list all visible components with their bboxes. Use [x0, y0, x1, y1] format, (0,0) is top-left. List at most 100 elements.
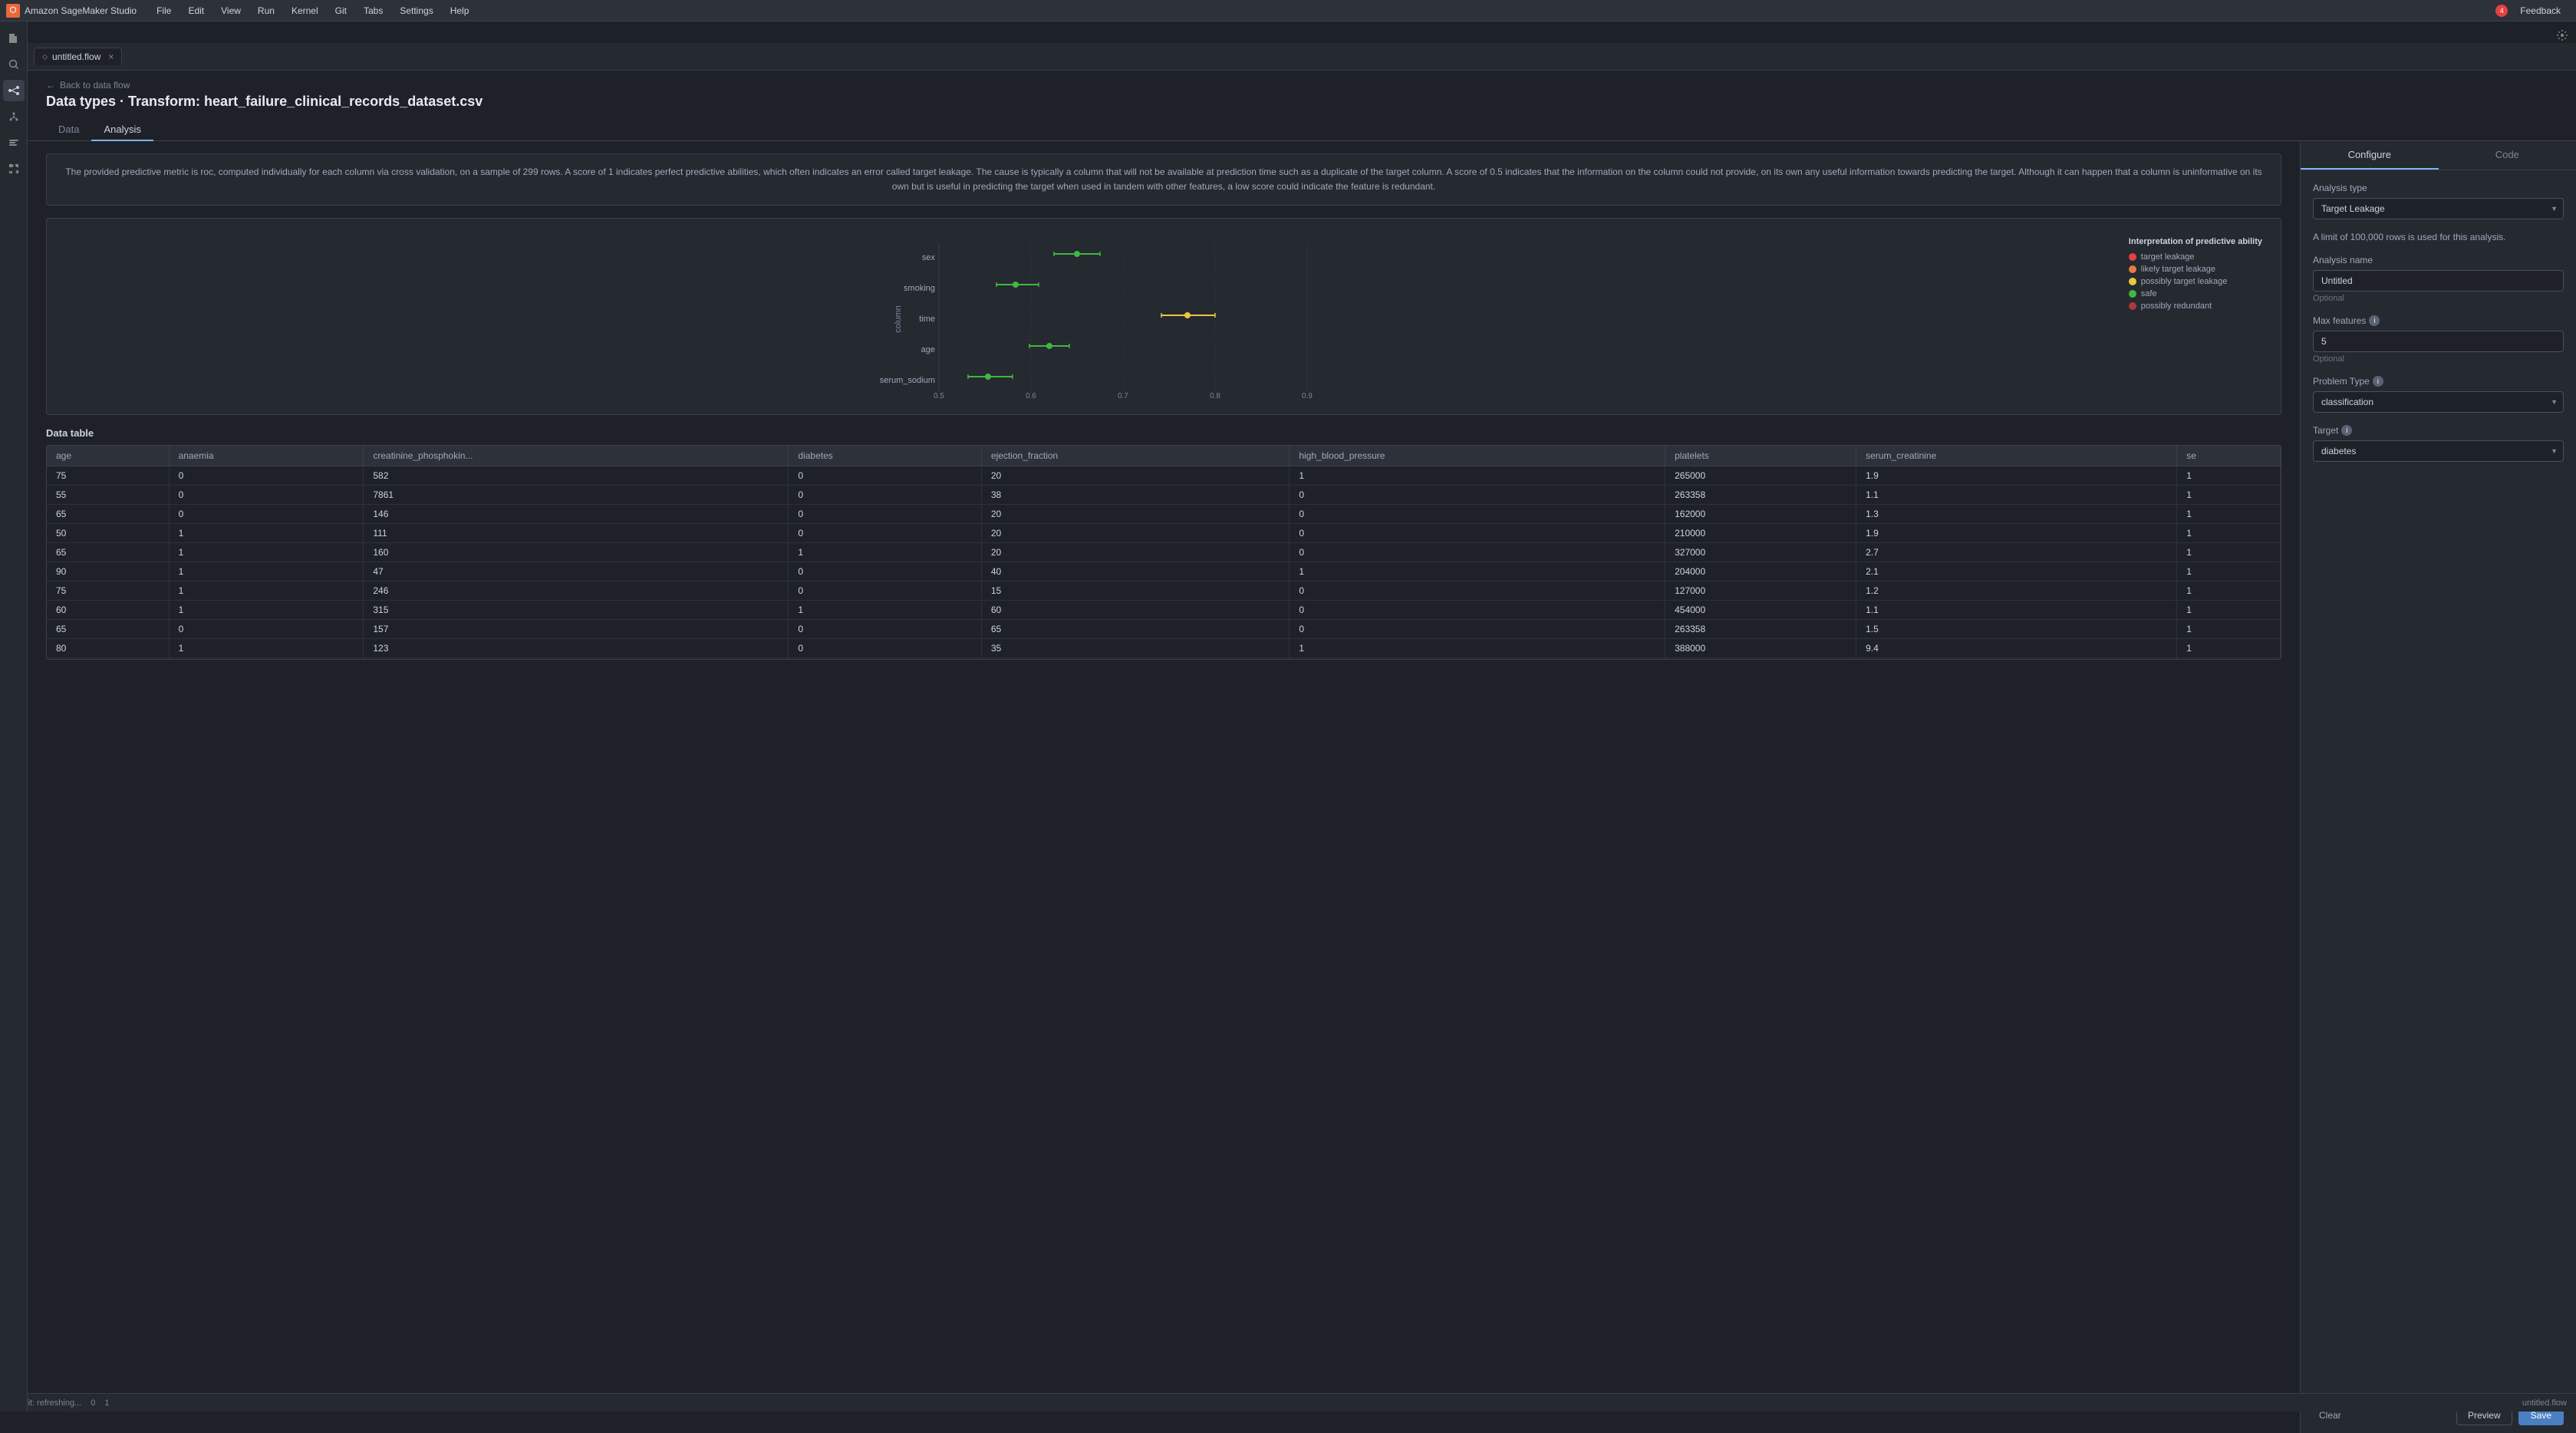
svg-text:sex: sex [922, 253, 936, 262]
table-cell: 7861 [364, 486, 789, 505]
table-cell: 0 [1290, 581, 1665, 601]
main-content: ⬦ untitled.flow × ← Back to data flow Da… [28, 43, 2576, 1433]
table-cell: 47 [364, 562, 789, 581]
legend-item-likely-target-leakage: likely target leakage [2129, 265, 2262, 274]
max-features-input[interactable] [2313, 331, 2564, 352]
col-header-hbp: high_blood_pressure [1290, 446, 1665, 466]
target-label: Target i [2313, 425, 2564, 436]
sidebar-icon-tools[interactable] [3, 132, 25, 153]
svg-text:age: age [921, 345, 935, 354]
table-cell: 0 [169, 486, 364, 505]
table-cell: 1 [2177, 562, 2281, 581]
menu-settings[interactable]: Settings [392, 3, 440, 18]
table-row: 9014704012040002.11 [47, 562, 2281, 581]
legend-label-redundant: possibly redundant [2141, 301, 2212, 311]
sidebar-icon-extensions[interactable] [3, 158, 25, 180]
sidebar-icon-search[interactable] [3, 54, 25, 75]
menu-file[interactable]: File [149, 3, 179, 18]
table-cell: 40 [981, 562, 1290, 581]
table-cell: 1.3 [1856, 505, 2177, 524]
table-cell: 0 [1290, 505, 1665, 524]
legend-item-safe: safe [2129, 289, 2262, 298]
legend-item-possibly-target-leakage: possibly target leakage [2129, 277, 2262, 286]
tab-close-button[interactable]: × [108, 51, 114, 62]
right-tabs: Configure Code [2301, 141, 2576, 170]
max-features-info-icon[interactable]: i [2369, 315, 2380, 326]
table-cell: 90 [47, 562, 169, 581]
table-cell: 20 [981, 505, 1290, 524]
table-cell: 388000 [1665, 639, 1856, 658]
table-cell: 75 [47, 581, 169, 601]
sidebar-icon-files[interactable] [3, 28, 25, 49]
table-cell: 0 [1290, 543, 1665, 562]
status-bar: Git: refreshing... 0 1 untitled.flow [0, 1393, 2576, 1412]
table-cell: 1 [169, 581, 364, 601]
tab-untitled-flow[interactable]: ⬦ untitled.flow × [34, 48, 122, 65]
max-features-hint: Optional [2313, 354, 2564, 364]
table-cell: 1 [1290, 562, 1665, 581]
table-cell: 0 [789, 581, 981, 601]
table-cell: 20 [981, 543, 1290, 562]
menu-bar: ⬡ Amazon SageMaker Studio File Edit View… [0, 0, 2576, 21]
data-table-wrapper[interactable]: age anaemia creatinine_phosphokin... dia… [46, 445, 2281, 660]
col-header-serum-creatinine: serum_creatinine [1856, 446, 2177, 466]
sub-tab-data[interactable]: Data [46, 119, 91, 141]
table-cell: 265000 [1665, 466, 1856, 486]
flow-tab-icon: ⬦ [42, 53, 48, 61]
analysis-name-group: Analysis name Optional [2313, 255, 2564, 303]
table-cell: 1 [2177, 524, 2281, 543]
problem-type-select-wrapper: classification regression [2313, 391, 2564, 413]
table-cell: 1 [1290, 639, 1665, 658]
sub-tabs: Data Analysis [28, 119, 2576, 141]
table-cell: 50 [47, 524, 169, 543]
sidebar-icon-flow[interactable] [3, 80, 25, 101]
feedback-button[interactable]: Feedback [2511, 3, 2570, 18]
table-cell: 1.1 [1856, 601, 2177, 620]
analysis-type-group: Analysis type Target Leakage [2313, 183, 2564, 219]
right-panel: Configure Code Analysis type Target Leak… [2300, 141, 2576, 1433]
col-header-ejection: ejection_fraction [981, 446, 1290, 466]
chart-svg: sex smoking time age serum_sodium [59, 231, 2110, 400]
page-title: Data types · Transform: heart_failure_cl… [28, 94, 2576, 119]
main-panel: The provided predictive metric is roc, c… [28, 141, 2300, 1433]
problem-type-select[interactable]: classification regression [2313, 391, 2564, 413]
page-area: ← Back to data flow Data types · Transfo… [28, 71, 2576, 1433]
table-cell: 582 [364, 466, 789, 486]
menu-kernel[interactable]: Kernel [284, 3, 326, 18]
right-tab-configure[interactable]: Configure [2301, 141, 2439, 170]
table-cell: 65 [47, 505, 169, 524]
svg-text:0.7: 0.7 [1118, 392, 1128, 400]
table-cell: 20 [981, 466, 1290, 486]
problem-type-info-icon[interactable]: i [2373, 376, 2383, 387]
breadcrumb[interactable]: ← Back to data flow [28, 71, 2576, 94]
target-select[interactable]: diabetes age anaemia time [2313, 440, 2564, 462]
menu-run[interactable]: Run [250, 3, 282, 18]
menu-edit[interactable]: Edit [180, 3, 212, 18]
right-tab-code[interactable]: Code [2439, 141, 2576, 170]
right-settings-icon[interactable] [2548, 21, 2576, 49]
app-title: Amazon SageMaker Studio [25, 5, 137, 16]
table-cell: 454000 [1665, 601, 1856, 620]
legend-label-target-leakage: target leakage [2141, 252, 2195, 262]
table-cell: 75 [47, 658, 169, 660]
menu-view[interactable]: View [213, 3, 249, 18]
table-cell: 2.7 [1856, 543, 2177, 562]
right-panel-body: Analysis type Target Leakage A limit of … [2301, 170, 2576, 1397]
col-header-anaemia: anaemia [169, 446, 364, 466]
menu-help[interactable]: Help [443, 3, 477, 18]
analysis-type-select[interactable]: Target Leakage [2313, 198, 2564, 219]
chart-legend: Interpretation of predictive ability tar… [2123, 231, 2268, 402]
analysis-name-label: Analysis name [2313, 255, 2564, 265]
table-row: 65014602001620001.31 [47, 505, 2281, 524]
analysis-name-input[interactable] [2313, 270, 2564, 292]
target-info-icon[interactable]: i [2341, 425, 2352, 436]
menu-tabs[interactable]: Tabs [356, 3, 390, 18]
table-cell: 1 [1290, 466, 1665, 486]
menu-git[interactable]: Git [328, 3, 354, 18]
breadcrumb-label: Back to data flow [60, 80, 130, 91]
sub-tab-analysis[interactable]: Analysis [91, 119, 153, 141]
sidebar-icon-git[interactable] [3, 106, 25, 127]
table-cell: 111 [364, 524, 789, 543]
legend-item-possibly-redundant: possibly redundant [2129, 301, 2262, 311]
table-cell: 0 [169, 620, 364, 639]
